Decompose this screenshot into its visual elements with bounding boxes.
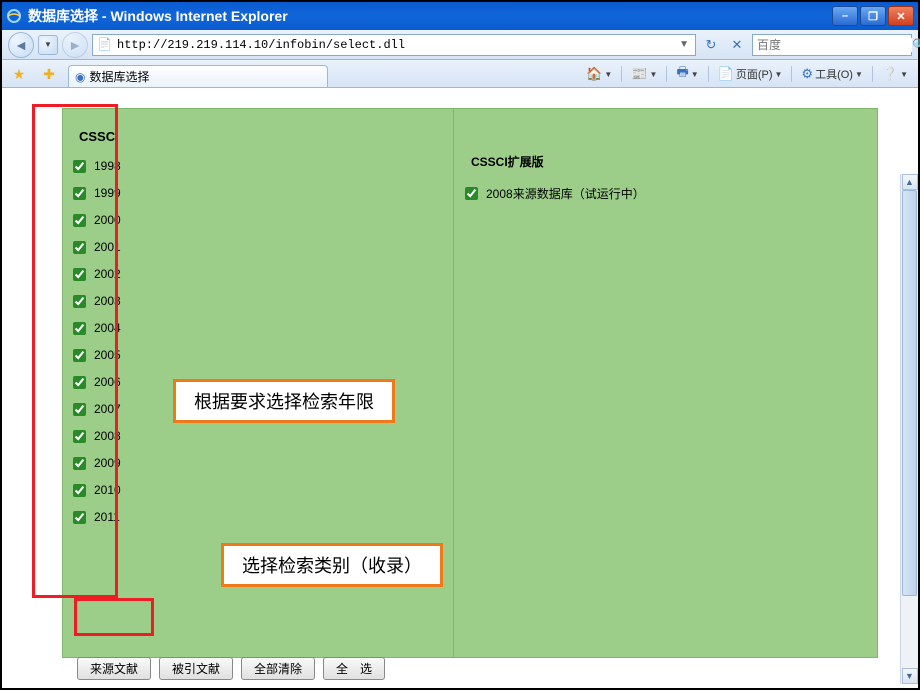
year-row-2009: 2009 <box>73 456 121 470</box>
favorites-icon[interactable]: ★ <box>8 63 30 85</box>
ie-icon <box>6 8 22 24</box>
year-row-2002: 2002 <box>73 267 121 281</box>
window-title: 数据库选择 - Windows Internet Explorer <box>28 6 832 26</box>
checkbox-year-1999[interactable] <box>73 187 86 200</box>
vertical-scrollbar[interactable]: ▲ ▼ <box>900 174 918 684</box>
cssci-ext-header: CSSCI扩展版 <box>471 153 544 170</box>
year-label: 2000 <box>94 213 121 227</box>
tab-current[interactable]: ◉ 数据库选择 <box>68 65 328 87</box>
page-menu[interactable]: 📄页面(P)▼ <box>714 64 787 84</box>
cssci-header: CSSCI <box>79 129 119 144</box>
checkbox-year-2001[interactable] <box>73 241 86 254</box>
page-type-icon: 📄 <box>97 37 113 53</box>
year-label: 2007 <box>94 402 121 416</box>
selection-panel: CSSCI 1998 1999 2000 2001 2002 2003 2004 2005 20… <box>62 108 878 658</box>
tab-title: 数据库选择 <box>89 68 149 85</box>
maximize-button[interactable]: ❐ <box>860 6 886 26</box>
year-row-2004: 2004 <box>73 321 121 335</box>
add-favorite-icon[interactable]: ✚ <box>38 63 60 85</box>
select-all-button[interactable]: 全 选 <box>323 657 385 680</box>
tools-menu-label: 工具(O) <box>815 66 853 82</box>
stop-button[interactable]: ✕ <box>726 35 748 55</box>
annotation-year: 根据要求选择检索年限 <box>173 379 395 423</box>
checkbox-year-2008[interactable] <box>73 430 86 443</box>
ext-item-label: 2008来源数据库（试运行中） <box>486 185 645 202</box>
year-label: 2009 <box>94 456 121 470</box>
year-label: 2005 <box>94 348 121 362</box>
checkbox-year-2007[interactable] <box>73 403 86 416</box>
search-input[interactable] <box>757 38 912 52</box>
help-button[interactable]: ❔▼ <box>878 64 912 84</box>
action-buttons: 来源文献 被引文献 全部清除 全 选 <box>77 657 385 680</box>
navigation-bar: ◄ ▼ ► 📄 ▼ ↻ ✕ 🔍 <box>2 30 918 60</box>
year-label: 2008 <box>94 429 121 443</box>
command-bar: 🏠▼ 📰▼ 🖶▼ 📄页面(P)▼ ⚙工具(O)▼ ❔▼ <box>582 64 912 87</box>
year-label: 1998 <box>94 159 121 173</box>
year-row-2010: 2010 <box>73 483 121 497</box>
year-row-2001: 2001 <box>73 240 121 254</box>
page-menu-label: 页面(P) <box>736 66 773 82</box>
minimize-button[interactable]: – <box>832 6 858 26</box>
back-history-button[interactable]: ▼ <box>38 35 58 55</box>
url-input[interactable] <box>117 38 677 52</box>
feeds-button[interactable]: 📰▼ <box>627 64 661 84</box>
tab-bar: ★ ✚ ◉ 数据库选择 🏠▼ 📰▼ 🖶▼ 📄页面(P)▼ ⚙工具(O)▼ ❔▼ <box>2 60 918 88</box>
year-row-1998: 1998 <box>73 159 121 173</box>
year-row-2005: 2005 <box>73 348 121 362</box>
year-row-1999: 1999 <box>73 186 121 200</box>
year-label: 2003 <box>94 294 121 308</box>
checkbox-year-2002[interactable] <box>73 268 86 281</box>
search-button[interactable]: 🔍 <box>912 38 920 52</box>
annotation-category: 选择检索类别（收录） <box>221 543 443 587</box>
checkbox-year-2003[interactable] <box>73 295 86 308</box>
clear-all-button[interactable]: 全部清除 <box>241 657 315 680</box>
year-label: 2001 <box>94 240 121 254</box>
back-button[interactable]: ◄ <box>8 32 34 58</box>
checkbox-year-1998[interactable] <box>73 160 86 173</box>
year-label: 2011 <box>94 510 120 524</box>
scroll-thumb[interactable] <box>902 190 917 596</box>
refresh-button[interactable]: ↻ <box>700 35 722 55</box>
checkbox-year-2009[interactable] <box>73 457 86 470</box>
source-docs-button[interactable]: 来源文献 <box>77 657 151 680</box>
home-button[interactable]: 🏠▼ <box>582 64 616 84</box>
url-dropdown[interactable]: ▼ <box>677 39 691 50</box>
scroll-track[interactable] <box>901 190 918 668</box>
year-label: 2004 <box>94 321 121 335</box>
close-button[interactable]: ✕ <box>888 6 914 26</box>
year-label: 2006 <box>94 375 121 389</box>
tools-menu[interactable]: ⚙工具(O)▼ <box>797 64 866 84</box>
tab-page-icon: ◉ <box>75 70 85 84</box>
checkbox-year-2000[interactable] <box>73 214 86 227</box>
checkbox-year-2011[interactable] <box>73 511 86 524</box>
checkbox-year-2006[interactable] <box>73 376 86 389</box>
scroll-down-button[interactable]: ▼ <box>902 668 918 684</box>
panel-divider <box>453 109 454 657</box>
search-bar[interactable]: 🔍 <box>752 34 912 56</box>
address-bar[interactable]: 📄 ▼ <box>92 34 696 56</box>
year-label: 1999 <box>94 186 121 200</box>
checkbox-ext-2008[interactable] <box>465 187 478 200</box>
year-row-2007: 2007 <box>73 402 121 416</box>
cited-docs-button[interactable]: 被引文献 <box>159 657 233 680</box>
year-row-2011: 2011 <box>73 510 121 524</box>
year-row-2000: 2000 <box>73 213 121 227</box>
forward-button[interactable]: ► <box>62 32 88 58</box>
year-row-2006: 2006 <box>73 375 121 389</box>
year-list: 1998 1999 2000 2001 2002 2003 2004 2005 2006 2007… <box>73 159 121 524</box>
year-label: 2002 <box>94 267 121 281</box>
year-row-2008: 2008 <box>73 429 121 443</box>
checkbox-year-2004[interactable] <box>73 322 86 335</box>
year-row-2003: 2003 <box>73 294 121 308</box>
year-label: 2010 <box>94 483 121 497</box>
cssci-ext-item: 2008来源数据库（试运行中） <box>465 185 645 202</box>
page-content: CSSCI 1998 1999 2000 2001 2002 2003 2004 2005 20… <box>2 88 918 688</box>
scroll-up-button[interactable]: ▲ <box>902 174 918 190</box>
print-button[interactable]: 🖶▼ <box>672 64 702 84</box>
checkbox-year-2005[interactable] <box>73 349 86 362</box>
checkbox-year-2010[interactable] <box>73 484 86 497</box>
window-titlebar: 数据库选择 - Windows Internet Explorer – ❐ ✕ <box>2 2 918 30</box>
